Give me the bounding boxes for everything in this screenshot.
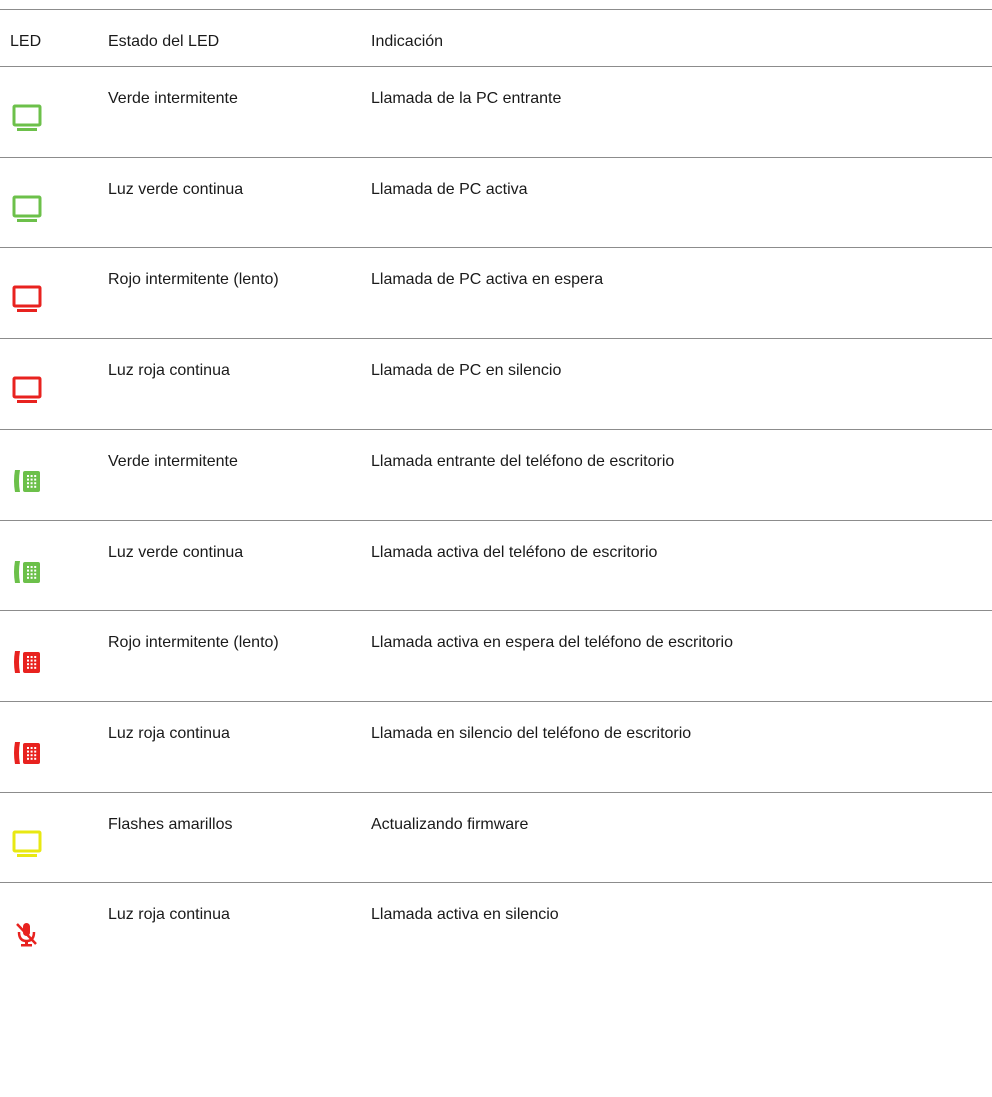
monitor-icon [12,375,42,405]
header-state: Estado del LED [108,33,220,50]
desk-phone-icon [12,557,42,587]
desk-phone-icon [12,647,42,677]
row-divider [0,792,992,793]
led-state-cell: Rojo intermitente (lento) [108,271,279,288]
desk-phone-icon [12,466,42,496]
led-state-cell: Luz roja continua [108,362,230,379]
table-top-rule [0,9,992,10]
indication-cell: Llamada activa del teléfono de escritori… [371,544,658,561]
indication-cell: Llamada activa en silencio [371,906,559,923]
monitor-icon [12,194,42,224]
monitor-icon [12,284,42,314]
indication-cell: Llamada de PC en silencio [371,362,562,379]
led-state-cell: Verde intermitente [108,90,238,107]
led-state-cell: Luz roja continua [108,906,230,923]
led-state-cell: Verde intermitente [108,453,238,470]
indication-cell: Llamada en silencio del teléfono de escr… [371,725,692,742]
indication-cell: Llamada de la PC entrante [371,90,562,107]
header-indication: Indicación [371,33,444,50]
led-state-cell: Rojo intermitente (lento) [108,634,279,651]
row-divider [0,610,992,611]
row-divider [0,520,992,521]
indication-cell: Llamada entrante del teléfono de escrito… [371,453,675,470]
row-divider [0,701,992,702]
led-state-cell: Luz verde continua [108,544,244,561]
indication-cell: Llamada activa en espera del teléfono de… [371,634,733,651]
row-divider [0,157,992,158]
row-divider [0,338,992,339]
desk-phone-icon [12,738,42,768]
indication-cell: Llamada de PC activa [371,181,528,198]
led-state-cell: Flashes amarillos [108,816,233,833]
row-divider [0,66,992,67]
row-divider [0,882,992,883]
indication-cell: Actualizando firmware [371,816,529,833]
indication-cell: Llamada de PC activa en espera [371,271,604,288]
row-divider [0,247,992,248]
row-divider [0,429,992,430]
monitor-icon [12,829,42,859]
monitor-icon [12,103,42,133]
mic-muted-icon [12,919,42,949]
header-led: LED [10,33,42,50]
led-state-cell: Luz roja continua [108,725,230,742]
led-state-cell: Luz verde continua [108,181,244,198]
